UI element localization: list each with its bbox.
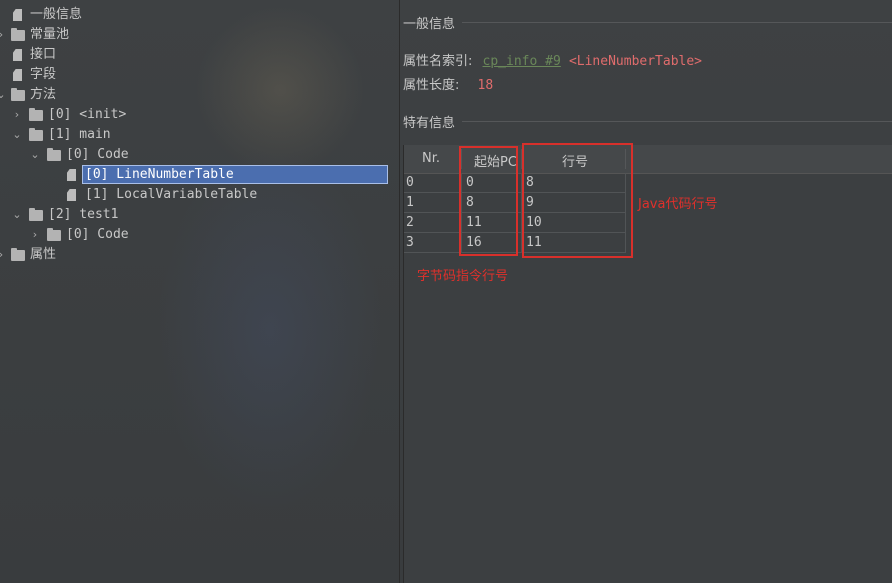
cp-info-link[interactable]: cp_info #9 — [483, 54, 561, 69]
length-value: 18 — [477, 78, 494, 93]
folder-icon — [47, 228, 61, 241]
folder-icon — [47, 148, 61, 161]
tree-item-label: [0] <init> — [48, 107, 127, 122]
chevron-right-icon[interactable]: › — [0, 25, 6, 45]
tree-item-label: [0] Code — [66, 147, 129, 162]
folder-icon — [29, 108, 43, 121]
length-row: 属性长度: 18 — [403, 74, 493, 93]
cell-nr: 0 — [406, 175, 414, 190]
general-info-title: 一般信息 — [403, 17, 456, 32]
chevron-down-icon[interactable]: ⌄ — [12, 205, 22, 225]
tree-item-label: [1] main — [48, 127, 111, 142]
file-icon — [67, 189, 76, 201]
chevron-down-icon[interactable]: ⌄ — [30, 145, 40, 165]
chevron-down-icon[interactable]: ⌄ — [0, 85, 6, 105]
length-label: 属性长度: — [403, 78, 460, 93]
pane-divider[interactable] — [399, 0, 400, 583]
folder-icon — [11, 248, 25, 261]
tree-item-label: [1] LocalVariableTable — [85, 187, 258, 202]
tree-item-label: 接口 — [30, 47, 57, 62]
folder-icon — [11, 88, 25, 101]
chevron-right-icon[interactable]: › — [30, 225, 40, 245]
bytecode-line-annotation: 字节码指令行号 — [417, 269, 509, 284]
java-line-highlight-box — [522, 143, 633, 258]
chevron-down-icon[interactable]: ⌄ — [12, 125, 22, 145]
cell-nr: 2 — [406, 215, 414, 230]
tree-item-label: 常量池 — [30, 27, 70, 42]
section-divider — [462, 121, 892, 122]
section-divider — [462, 22, 892, 23]
java-line-annotation: Java代码行号 — [638, 197, 718, 212]
name-index-label: 属性名索引: — [403, 54, 473, 69]
chevron-right-icon[interactable]: › — [12, 105, 22, 125]
chevron-right-icon[interactable]: › — [0, 245, 6, 265]
tree-item-label: [2] test1 — [48, 207, 119, 222]
tree-item-label: 字段 — [30, 67, 57, 82]
folder-icon — [11, 28, 25, 41]
specific-info-title: 特有信息 — [403, 116, 456, 131]
tree-item-label: 属性 — [30, 247, 57, 262]
cell-nr: 3 — [406, 235, 414, 250]
cell-nr: 1 — [406, 195, 414, 210]
file-icon — [67, 169, 76, 181]
name-index-value: <LineNumberTable> — [568, 54, 703, 69]
name-index-row: 属性名索引: cp_info #9 <LineNumberTable> — [403, 50, 702, 69]
tree-item-label: 一般信息 — [30, 7, 83, 22]
bytecode-line-highlight-box — [459, 146, 518, 256]
folder-icon — [29, 128, 43, 141]
column-header-nr[interactable]: Nr. — [422, 151, 440, 166]
folder-icon — [29, 208, 43, 221]
file-icon — [13, 9, 22, 21]
structure-tree: 一般信息 › 常量池 接口 字段 ⌄ 方法 › [0] <init> ⌄ [1]… — [0, 0, 400, 583]
tree-item-label: [0] Code — [66, 227, 129, 242]
tree-item-label: 方法 — [30, 87, 57, 102]
tree-item-label: [0] LineNumberTable — [85, 167, 234, 182]
file-icon — [13, 49, 22, 61]
file-icon — [13, 69, 22, 81]
